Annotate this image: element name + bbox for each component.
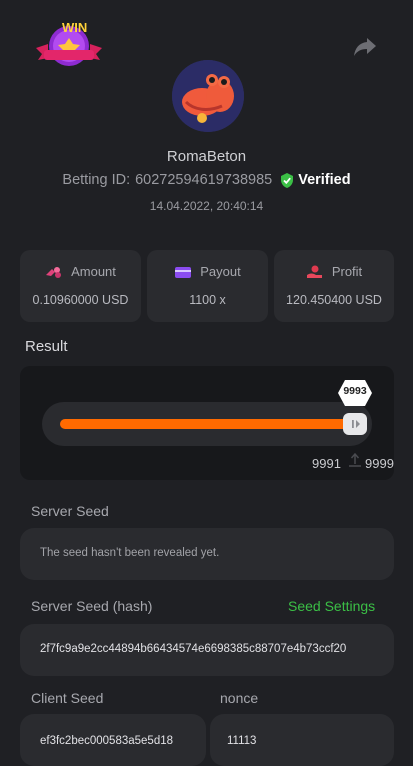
result-slider-fill — [60, 419, 350, 429]
grip-icon — [352, 420, 360, 428]
stat-label: Profit — [331, 264, 363, 279]
server-seed-text: The seed hasn't been revealed yet. — [40, 547, 220, 559]
betting-id-value: 60272594619738985 — [135, 172, 273, 188]
range-min-label: 9991 — [312, 456, 341, 471]
result-marker-value: 9993 — [343, 385, 367, 397]
shield-check-icon — [281, 172, 294, 188]
coins-icon — [46, 266, 62, 278]
stat-profit: Profit 120.450400 USD — [274, 250, 394, 322]
client-seed-label: Client Seed — [31, 690, 104, 706]
verified-badge: Verified — [280, 172, 351, 188]
nonce-value: 11113 — [227, 735, 257, 747]
crocodile-avatar-icon — [172, 60, 244, 132]
server-seed-label: Server Seed — [31, 503, 109, 519]
hand-coin-icon — [306, 265, 322, 278]
verified-label: Verified — [298, 172, 351, 188]
stat-payout: Payout 1100 x — [147, 250, 268, 322]
username: RomaBeton — [166, 148, 247, 165]
arrow-up-icon — [348, 452, 362, 468]
card-icon — [175, 266, 192, 278]
client-seed-value: ef3fc2bec000583a5e5d18 — [40, 735, 174, 747]
stat-value: 0.10960000 USD — [32, 293, 129, 307]
result-label: Result — [25, 338, 68, 355]
betting-id-label: Betting ID: — [62, 172, 131, 188]
nonce-label: nonce — [220, 690, 259, 706]
server-seed-hash-value: 2f7fc9a9e2cc44894b66434574e6698385c88707… — [40, 643, 347, 655]
bet-timestamp: 14.04.2022, 20:40:14 — [149, 199, 264, 213]
range-max-label: 9999 — [365, 456, 394, 471]
avatar — [172, 60, 244, 132]
result-slider-handle[interactable] — [343, 413, 367, 435]
seed-settings-link[interactable]: Seed Settings — [288, 598, 375, 614]
server-seed-hash-label: Server Seed (hash) — [31, 598, 153, 614]
stat-amount: Amount 0.10960000 USD — [20, 250, 141, 322]
stat-label: Amount — [71, 264, 116, 279]
stat-value: 120.450400 USD — [286, 293, 382, 307]
share-icon[interactable] — [352, 36, 378, 58]
stat-value: 1100 x — [189, 293, 226, 307]
win-badge-icon: WIN — [32, 18, 106, 72]
betting-id-row: Betting ID: 60272594619738985 Verified — [0, 172, 413, 188]
stat-label: Payout — [200, 264, 241, 279]
svg-text:WIN: WIN — [62, 20, 87, 35]
